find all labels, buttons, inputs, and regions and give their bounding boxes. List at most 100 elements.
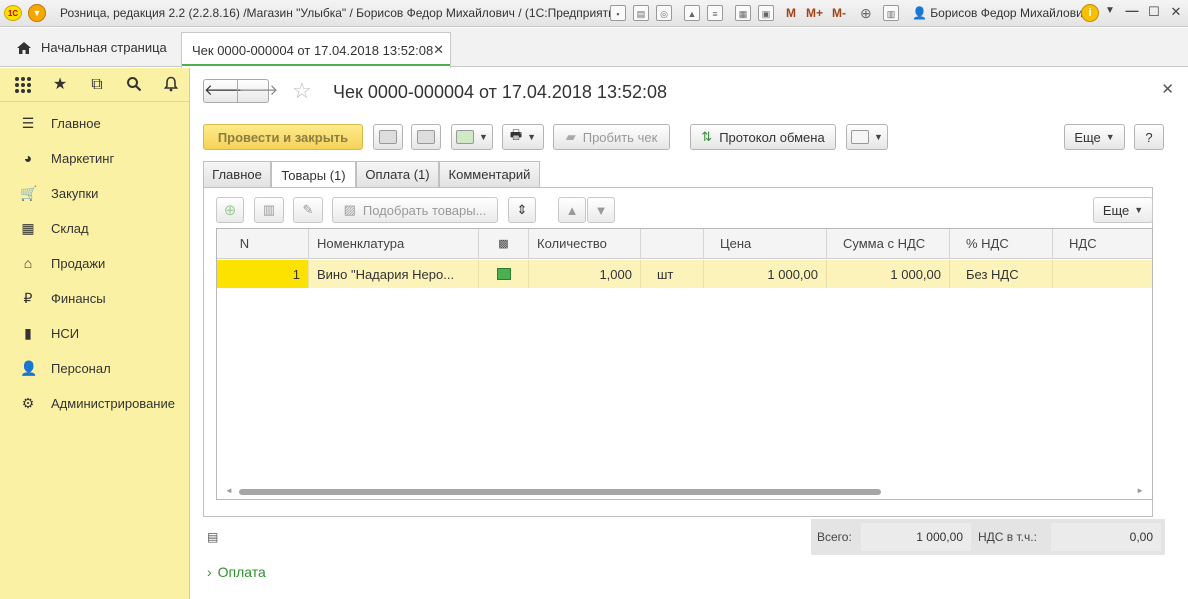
print-check-button[interactable]: ▰ Пробить чек	[553, 124, 670, 150]
tab-home-page[interactable]: Начальная страница	[0, 28, 180, 67]
close-window-icon[interactable]: ✕	[1168, 4, 1184, 20]
exchange-log-label: Протокол обмена	[719, 129, 825, 145]
check-list-icon[interactable]: ▤	[207, 530, 218, 544]
post-document-button[interactable]	[411, 124, 441, 150]
history-icon[interactable]: ⧉	[88, 76, 106, 94]
notifications-icon[interactable]	[162, 76, 180, 94]
dropdown-icon[interactable]: ▼	[1102, 5, 1118, 16]
favorite-star-icon[interactable]: ☆	[292, 80, 312, 102]
memory-minus-button[interactable]: M-	[832, 5, 846, 21]
cart-icon: 🛒	[20, 184, 38, 201]
sidebar-tools: ★ ⧉	[0, 68, 190, 102]
column-header-vat[interactable]: НДС	[1053, 229, 1152, 259]
search-icon[interactable]	[125, 76, 143, 94]
cell-price[interactable]: 1 000,00	[704, 260, 827, 288]
column-header-marking[interactable]: ▩	[479, 229, 529, 259]
payment-section-toggle[interactable]: › Оплата	[207, 564, 266, 580]
tab-label: Оплата (1)	[365, 167, 430, 182]
print-icon[interactable]: ▤	[633, 5, 649, 21]
column-header-price[interactable]: Цена	[704, 229, 827, 259]
reports-button[interactable]: ▼	[846, 124, 888, 150]
barcode-button[interactable]: ▥	[254, 197, 284, 223]
tab-main[interactable]: Главное	[203, 161, 271, 187]
forward-button[interactable]: 🡒	[237, 80, 278, 102]
eraser-button[interactable]: ✎	[293, 197, 323, 223]
memory-button[interactable]: M	[786, 5, 796, 21]
save-document-button[interactable]	[373, 124, 403, 150]
panel-icon[interactable]: ▥	[883, 5, 899, 21]
all-functions-icon[interactable]	[14, 76, 32, 94]
sidebar-item-nsi[interactable]: ▮ НСИ	[0, 318, 190, 348]
scroll-right-icon[interactable]: ►	[1136, 486, 1144, 495]
upload-icon[interactable]: ▲	[684, 5, 700, 21]
calculator-icon[interactable]: ▦	[735, 5, 751, 21]
memory-plus-button[interactable]: M+	[806, 5, 823, 21]
cell-sum[interactable]: 1 000,00	[827, 260, 950, 288]
tab-goods[interactable]: Товары (1)	[271, 161, 356, 188]
close-tab-icon[interactable]: ✕	[433, 42, 444, 58]
current-user-label: Борисов Федор Михайлович	[930, 6, 1090, 20]
column-header-unit[interactable]	[641, 229, 704, 259]
move-up-button[interactable]: ▲	[558, 197, 586, 223]
sidebar-item-label: Закупки	[51, 185, 99, 201]
move-down-button[interactable]: ▼	[587, 197, 615, 223]
pick-goods-button[interactable]: ▨ Подобрать товары...	[332, 197, 498, 223]
tab-payment[interactable]: Оплата (1)	[356, 161, 439, 187]
sidebar-item-administration[interactable]: ⚙ Администрирование	[0, 388, 190, 418]
sidebar-item-personnel[interactable]: 👤 Персонал	[0, 353, 190, 383]
sidebar-item-warehouse[interactable]: ▦ Склад	[0, 213, 190, 243]
info-icon[interactable]: i	[1081, 4, 1099, 22]
window-title: Розница, редакция 2.2 (2.2.8.16) /Магази…	[60, 6, 626, 20]
post-doc-icon	[417, 130, 435, 144]
column-header-vat-rate[interactable]: % НДС	[950, 229, 1053, 259]
cell-vat-rate[interactable]: Без НДС	[950, 260, 1053, 288]
cell-n[interactable]: 1	[217, 260, 309, 288]
create-based-on-button[interactable]: ▼	[451, 124, 493, 150]
scan-icon[interactable]: ≡	[707, 5, 723, 21]
expand-rows-button[interactable]: ⇕	[508, 197, 536, 223]
print-button[interactable]: 🖶 ▼	[502, 124, 544, 150]
cell-quantity[interactable]: 1,000	[529, 260, 641, 288]
preview-icon[interactable]: ◎	[656, 5, 672, 21]
close-form-icon[interactable]: ✕	[1161, 80, 1174, 98]
scrollbar-thumb[interactable]	[239, 489, 881, 495]
cell-marking[interactable]	[479, 260, 529, 288]
zoom-icon[interactable]: ⊕	[860, 5, 872, 21]
cell-nomenclature[interactable]: Вино "Надария Неро...	[309, 260, 479, 288]
table-more-button[interactable]: Еще ▼	[1093, 197, 1153, 223]
minimize-icon[interactable]: —	[1124, 3, 1140, 18]
column-header-nomenclature[interactable]: Номенклатура	[309, 229, 479, 259]
marking-icon: ▩	[498, 238, 509, 250]
help-button[interactable]: ?	[1134, 124, 1164, 150]
exchange-log-button[interactable]: ⇅ Протокол обмена	[690, 124, 836, 150]
cell-unit[interactable]: шт	[641, 260, 704, 288]
post-and-close-button[interactable]: Провести и закрыть	[203, 124, 363, 150]
column-header-sum[interactable]: Сумма с НДС	[827, 229, 950, 259]
tab-receipt-document[interactable]: Чек 0000-000004 от 17.04.2018 13:52:08 ✕	[181, 32, 451, 68]
grid-icon: ▦	[21, 219, 35, 236]
save-icon[interactable]: ▪	[610, 5, 626, 21]
favorites-icon[interactable]: ★	[51, 76, 69, 94]
main-menu-button[interactable]: ▼	[28, 4, 46, 22]
sidebar-item-purchases[interactable]: 🛒 Закупки	[0, 178, 190, 208]
back-button[interactable]: 🡐	[204, 80, 244, 102]
more-button[interactable]: Еще ▼	[1064, 124, 1125, 150]
sidebar-item-sales[interactable]: ⌂ Продажи	[0, 248, 190, 278]
horizontal-scrollbar[interactable]: ◄ ►	[217, 485, 1152, 499]
basket-icon: ⌂	[23, 255, 33, 271]
cell-vat[interactable]	[1053, 260, 1152, 288]
current-user[interactable]: 👤 Борисов Федор Михайлович	[912, 6, 1089, 20]
sidebar-item-main[interactable]: ☰ Главное	[0, 108, 190, 138]
sidebar-item-marketing[interactable]: ◕ Маркетинг	[0, 143, 190, 173]
maximize-icon[interactable]: ☐	[1146, 4, 1162, 20]
create-based-icon	[456, 130, 475, 144]
add-row-button[interactable]: ⊕	[216, 197, 244, 223]
calendar-icon[interactable]: ▣	[758, 5, 774, 21]
sidebar-item-finance[interactable]: ₽ Финансы	[0, 283, 190, 313]
column-header-n[interactable]: N	[217, 229, 309, 259]
tab-doc-label: Чек 0000-000004 от 17.04.2018 13:52:08	[192, 43, 434, 58]
scroll-left-icon[interactable]: ◄	[225, 486, 233, 495]
print-check-label: Пробить чек	[582, 129, 658, 145]
tab-comment[interactable]: Комментарий	[439, 161, 540, 187]
column-header-quantity[interactable]: Количество	[529, 229, 641, 259]
